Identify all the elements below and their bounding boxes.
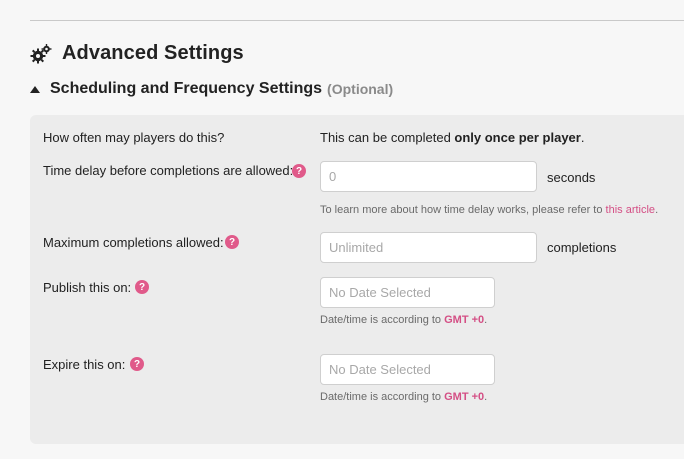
frequency-value: This can be completed only once per play… bbox=[320, 130, 585, 145]
advanced-settings-title: Advanced Settings bbox=[62, 42, 244, 64]
advanced-settings-heading: Advanced Settings bbox=[30, 42, 244, 65]
frequency-label: How often may players do this? bbox=[43, 130, 225, 145]
scheduling-section-toggle[interactable]: Scheduling and Frequency Settings (Optio… bbox=[30, 80, 393, 98]
frequency-value-emphasis: only once per player bbox=[454, 130, 581, 145]
max-completions-input[interactable] bbox=[320, 232, 537, 263]
expire-date-input[interactable] bbox=[320, 354, 495, 385]
expire-label: Expire this on: bbox=[43, 357, 126, 372]
time-delay-article-link[interactable]: this article bbox=[606, 204, 656, 216]
scheduling-section-title: Scheduling and Frequency Settings bbox=[50, 80, 323, 97]
publish-date-input[interactable] bbox=[320, 277, 495, 308]
expire-timezone-note: Date/time is according to GMT +0. bbox=[320, 391, 488, 403]
optional-tag: (Optional) bbox=[327, 81, 394, 97]
time-delay-input[interactable] bbox=[320, 161, 537, 192]
time-delay-unit: seconds bbox=[547, 170, 596, 185]
publish-timezone-note: Date/time is according to GMT +0. bbox=[320, 314, 488, 326]
time-delay-help-icon[interactable]: ? bbox=[292, 164, 306, 178]
max-completions-help-icon[interactable]: ? bbox=[225, 235, 239, 249]
expire-timezone: GMT +0 bbox=[444, 391, 485, 403]
expire-help-icon[interactable]: ? bbox=[130, 357, 144, 371]
max-completions-label: Maximum completions allowed: bbox=[43, 235, 224, 250]
time-delay-note: To learn more about how time delay works… bbox=[320, 204, 659, 216]
collapse-triangle-icon bbox=[30, 86, 40, 93]
publish-help-icon[interactable]: ? bbox=[135, 280, 149, 294]
scheduling-panel: How often may players do this? This can … bbox=[30, 115, 684, 444]
publish-label: Publish this on: bbox=[43, 280, 132, 295]
gears-icon bbox=[30, 43, 52, 63]
max-completions-unit: completions bbox=[547, 240, 617, 255]
time-delay-label: Time delay before completions are allowe… bbox=[43, 163, 294, 178]
publish-timezone: GMT +0 bbox=[444, 314, 485, 326]
top-divider bbox=[30, 20, 684, 21]
